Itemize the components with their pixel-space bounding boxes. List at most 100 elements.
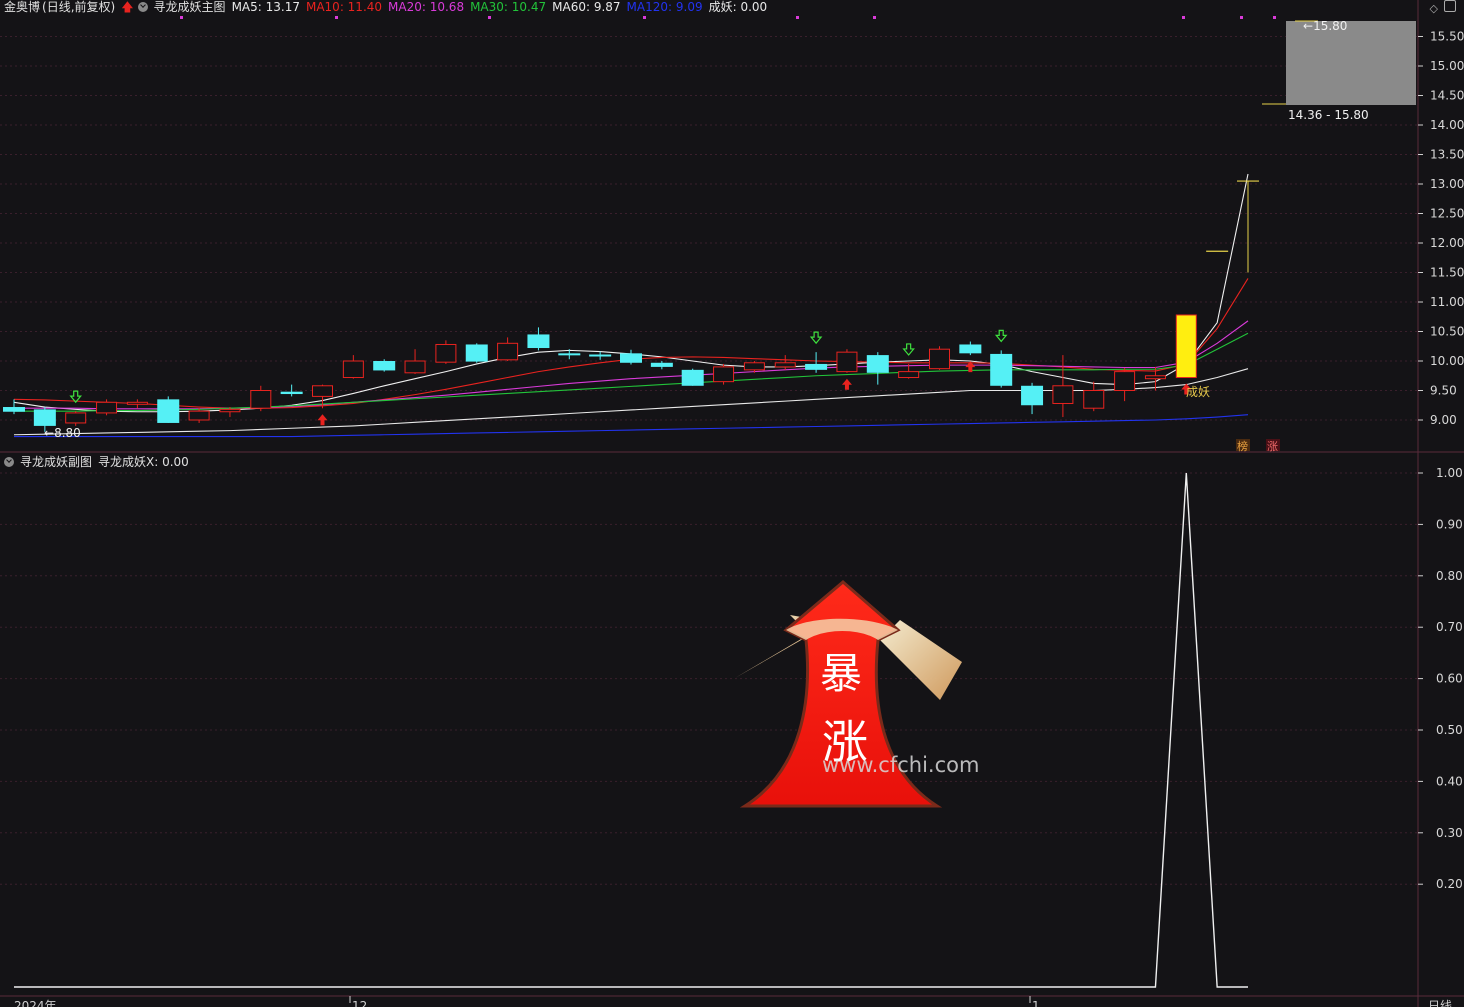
candle: [435, 340, 457, 364]
candle: [929, 346, 950, 370]
y-tick-label: 11.00: [1430, 295, 1464, 309]
candle-body: [33, 409, 56, 426]
y-tick-label: 14.00: [1430, 118, 1464, 132]
candle-body: [342, 360, 364, 379]
candle: [774, 355, 796, 370]
candle: [497, 337, 519, 361]
candle-body: [959, 344, 982, 354]
candle-body: [250, 390, 272, 409]
sell-arrow-icon: [809, 331, 823, 345]
candle-body: [312, 385, 333, 397]
candle-body: [1021, 385, 1044, 406]
badge-bang[interactable]: 榜: [1236, 439, 1250, 453]
candle-body: [805, 363, 828, 370]
candle-body: [1052, 385, 1074, 404]
candle-body: [836, 351, 858, 373]
y-tick-label: 0.40: [1436, 774, 1463, 788]
candle: [1052, 355, 1074, 418]
y-tick-label: 10.50: [1430, 325, 1464, 339]
x-label-year: 2024年: [14, 999, 57, 1007]
dot-marker: [180, 16, 183, 19]
candle-body: [373, 361, 396, 371]
dot-marker: [335, 16, 338, 19]
y-tick-label: 11.50: [1430, 266, 1464, 280]
candle-body: [929, 348, 950, 370]
candle-body: [404, 360, 426, 374]
candle-body: [774, 362, 796, 368]
candlesticks[interactable]: [3, 180, 1259, 432]
candle-body: [188, 410, 210, 421]
main-y-axis: 9.00 9.50 10.00 10.50 11.00 11.50 12.00 12.50 13…: [1418, 30, 1464, 427]
candle: [373, 359, 396, 372]
candle: [280, 384, 303, 397]
candle: [866, 352, 889, 385]
y-tick-label: 12.00: [1430, 236, 1464, 250]
chart-canvas[interactable]: 9.009.5010.0010.5011.0011.5012.0012.5013…: [0, 0, 1464, 1007]
panel-frames: [0, 0, 1464, 1007]
candle: [1237, 180, 1259, 273]
y-tick-label: 0.60: [1436, 672, 1463, 686]
candle-body: [1114, 371, 1136, 391]
top-dot-markers: [180, 16, 1276, 19]
grid-lines: [0, 36, 1418, 885]
svg-text:榜: 榜: [1237, 439, 1248, 453]
y-tick-label: 9.00: [1430, 413, 1457, 427]
candle: [527, 327, 550, 351]
y-tick-label: 0.20: [1436, 877, 1463, 891]
price-range-box: [1286, 21, 1416, 105]
candle: [805, 352, 828, 373]
badge-zhang[interactable]: 涨: [1266, 439, 1280, 453]
sell-arrow-icon: [994, 329, 1008, 343]
dot-marker: [1182, 16, 1185, 19]
dot-marker: [488, 16, 491, 19]
candle: [465, 343, 488, 363]
candle-body: [497, 342, 519, 361]
y-tick-label: 0.30: [1436, 826, 1463, 840]
candle-body: [866, 355, 889, 373]
candle: [1114, 368, 1136, 402]
watermark: www.cfchi.com: [822, 753, 979, 777]
sell-arrow-icon: [902, 343, 915, 356]
y-tick-label: 9.50: [1430, 384, 1457, 398]
low-marker: ←8.80: [44, 426, 81, 440]
range-label: 14.36 - 15.80: [1288, 108, 1369, 122]
x-label-month-12: 12: [352, 999, 367, 1007]
candle: [650, 361, 673, 370]
candle-body: [219, 408, 241, 413]
y-tick-label: 14.50: [1430, 89, 1464, 103]
candle: [1175, 314, 1197, 379]
svg-text:涨: 涨: [1267, 440, 1278, 453]
candle: [404, 349, 426, 374]
candle-body: [3, 407, 25, 412]
y-tick-label: 0.50: [1436, 723, 1463, 737]
candle: [620, 349, 642, 365]
candle-body: [743, 362, 765, 371]
candle-body: [589, 354, 612, 357]
dot-marker: [873, 16, 876, 19]
buy-arrow-icon: [317, 414, 328, 426]
candle: [836, 349, 858, 373]
candle: [342, 355, 364, 379]
candle: [959, 341, 982, 356]
high-marker: ←15.80: [1303, 19, 1347, 33]
x-period-label[interactable]: 日线: [1428, 999, 1452, 1007]
dot-marker: [1240, 16, 1243, 19]
candle-body: [435, 343, 457, 363]
candle-body: [620, 353, 642, 363]
candle-body: [126, 401, 148, 405]
candle: [65, 411, 87, 426]
y-tick-label: 13.50: [1430, 148, 1464, 162]
candle-body: [713, 366, 735, 383]
y-tick-label: 0.80: [1436, 569, 1463, 583]
candle: [681, 368, 704, 386]
candle-body: [157, 399, 180, 423]
y-tick-label: 10.00: [1430, 354, 1464, 368]
y-tick-label: 12.50: [1430, 207, 1464, 221]
candle: [1083, 381, 1105, 412]
candle-body: [1175, 314, 1197, 379]
y-tick-label: 0.90: [1436, 517, 1463, 531]
x-label-month-1: 1: [1032, 999, 1040, 1007]
dot-marker: [1273, 16, 1276, 19]
candle: [126, 399, 148, 409]
y-tick-label: 0.70: [1436, 620, 1463, 634]
